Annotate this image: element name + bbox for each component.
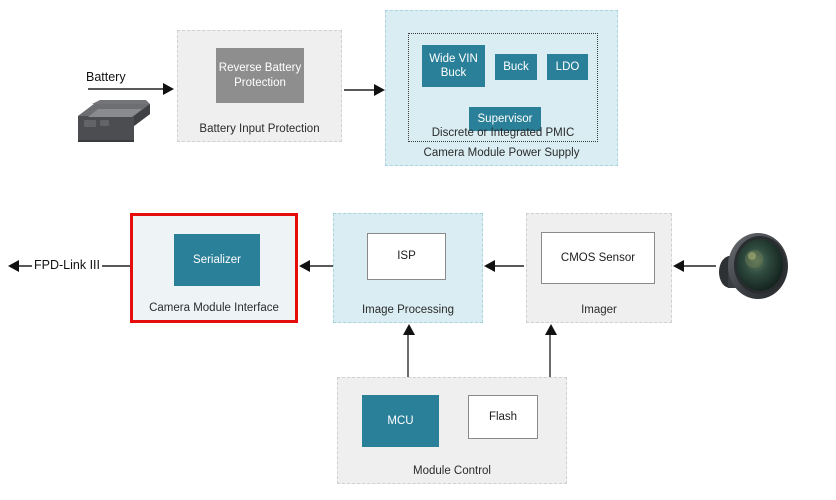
group-module-control-label: Module Control [413, 465, 491, 477]
block-isp-label: ISP [397, 250, 416, 263]
block-wide-vin-buck-label: Wide VIN Buck [429, 52, 478, 79]
block-ldo-label: LDO [555, 60, 580, 73]
group-discrete-or-integrated-pmic-label: Discrete or Integrated PMIC [431, 127, 575, 139]
block-flash[interactable]: Flash [468, 395, 538, 439]
block-ldo[interactable]: LDO [547, 54, 588, 80]
group-image-processing: ISP Image Processing [333, 213, 483, 323]
block-reverse-battery-protection[interactable]: Reverse Battery Protection [216, 48, 304, 103]
battery-label: Battery [84, 70, 128, 84]
mcu-to-isp-line [407, 334, 409, 380]
group-battery-input-protection-label: Battery Input Protection [199, 123, 320, 135]
car-battery-icon [78, 100, 150, 142]
group-module-control: MCU Flash Module Control [337, 377, 567, 484]
group-camera-module-power-supply-label: Camera Module Power Supply [423, 147, 580, 159]
block-flash-label: Flash [488, 410, 518, 423]
group-camera-module-interface[interactable]: Serializer Camera Module Interface [130, 213, 298, 323]
mcu-to-isp-arrow-icon [403, 324, 415, 335]
mcu-to-imager-arrow-icon [545, 324, 557, 335]
group-imager-label: Imager [581, 304, 617, 316]
block-buck-label: Buck [503, 60, 529, 73]
fpd-link-label: FPD-Link III [32, 258, 102, 272]
lens-to-sensor-line [680, 265, 716, 267]
block-wide-vin-buck[interactable]: Wide VIN Buck [422, 45, 485, 87]
group-image-processing-label: Image Processing [361, 304, 455, 316]
block-supervisor-label: Supervisor [477, 112, 533, 125]
group-imager: CMOS Sensor Imager [526, 213, 672, 323]
block-serializer-label: Serializer [193, 253, 241, 266]
group-battery-input-protection: Reverse Battery Protection Battery Input… [177, 30, 342, 142]
protection-to-power-arrow-icon [374, 84, 385, 96]
block-buck[interactable]: Buck [495, 54, 537, 80]
isp-to-serializer-arrow-icon [299, 260, 310, 272]
block-serializer[interactable]: Serializer [174, 234, 260, 286]
fpd-link-arrow-left-icon [8, 260, 19, 272]
protection-to-power-line [344, 89, 378, 91]
block-cmos-sensor-label: CMOS Sensor [560, 251, 636, 264]
mcu-to-imager-line [549, 334, 551, 380]
group-discrete-or-integrated-pmic: Wide VIN Buck Buck LDO Supervisor Discre… [408, 33, 598, 142]
camera-lens-icon [719, 233, 788, 299]
sensor-to-isp-arrow-icon [484, 260, 495, 272]
group-camera-module-interface-label: Camera Module Interface [149, 302, 279, 314]
group-camera-module-power-supply: Wide VIN Buck Buck LDO Supervisor Discre… [385, 10, 618, 166]
camera-module-block-diagram: Battery Reverse Battery Protection Batte… [0, 0, 836, 500]
lens-to-sensor-arrow-icon [673, 260, 684, 272]
block-mcu-label: MCU [387, 414, 414, 427]
sensor-to-isp-line [492, 265, 524, 267]
block-reverse-battery-protection-label: Reverse Battery Protection [218, 62, 302, 89]
battery-arrow-right-icon [163, 83, 174, 95]
block-mcu[interactable]: MCU [362, 395, 439, 447]
block-isp[interactable]: ISP [367, 233, 446, 280]
battery-connector-line [88, 88, 166, 90]
block-cmos-sensor[interactable]: CMOS Sensor [541, 232, 655, 284]
